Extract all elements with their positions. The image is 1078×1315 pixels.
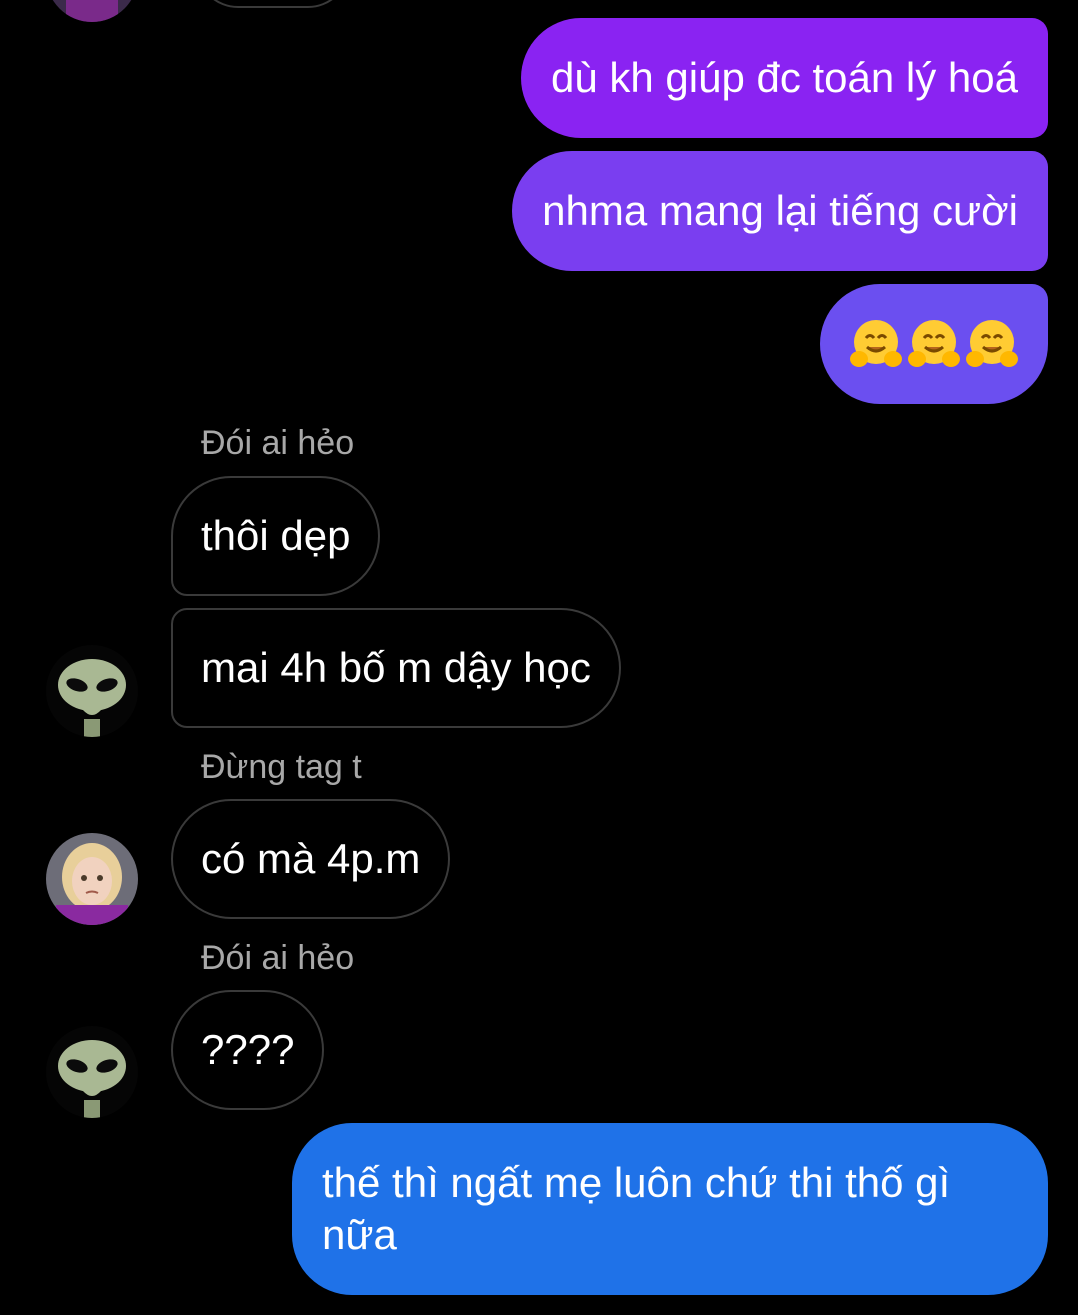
- emoji-row: [849, 317, 1019, 371]
- outgoing-message-3[interactable]: [820, 284, 1048, 404]
- outgoing-message-2-text: nhma mang lại tiếng cười: [542, 187, 1018, 234]
- sender-name: Đói ai hẻo: [201, 424, 355, 462]
- user-avatar[interactable]: [46, 833, 138, 925]
- outgoing-message-4[interactable]: thế thì ngất mẹ luôn chứ thi thố gì nữa: [292, 1123, 1048, 1295]
- incoming-message-1[interactable]: thôi dẹp: [171, 476, 381, 596]
- incoming-message-3[interactable]: có mà 4p.m: [171, 799, 451, 919]
- incoming-message-4-text: ????: [201, 1026, 295, 1073]
- chat-thread: dù kh giúp đc toán lý hoá nhma mang lại …: [0, 0, 1078, 1315]
- alien-avatar[interactable]: [46, 1026, 138, 1118]
- hugging-face-icon: [908, 320, 960, 367]
- bubble-partial-top: [196, 0, 350, 8]
- hugging-face-icon: [850, 320, 902, 367]
- incoming-message-3-text: có mà 4p.m: [201, 835, 421, 882]
- incoming-message-1-text: thôi dẹp: [201, 512, 351, 559]
- hugging-face-icon: [966, 320, 1018, 367]
- outgoing-message-4-text: thế thì ngất mẹ luôn chứ thi thố gì nữa: [322, 1159, 951, 1258]
- outgoing-message-1-text: dù kh giúp đc toán lý hoá: [550, 54, 1018, 101]
- incoming-message-2[interactable]: mai 4h bố m dậy học: [171, 608, 621, 728]
- incoming-message-4[interactable]: ????: [171, 990, 325, 1110]
- outgoing-message-2[interactable]: nhma mang lại tiếng cười: [512, 151, 1048, 271]
- incoming-message-2-text: mai 4h bố m dậy học: [201, 644, 591, 691]
- outgoing-message-1[interactable]: dù kh giúp đc toán lý hoá: [520, 18, 1048, 138]
- sender-name: Đừng tag t: [201, 748, 362, 786]
- sender-name: Đói ai hẻo: [201, 939, 355, 977]
- avatar-partial-top[interactable]: [46, 0, 138, 22]
- alien-avatar[interactable]: [46, 645, 138, 737]
